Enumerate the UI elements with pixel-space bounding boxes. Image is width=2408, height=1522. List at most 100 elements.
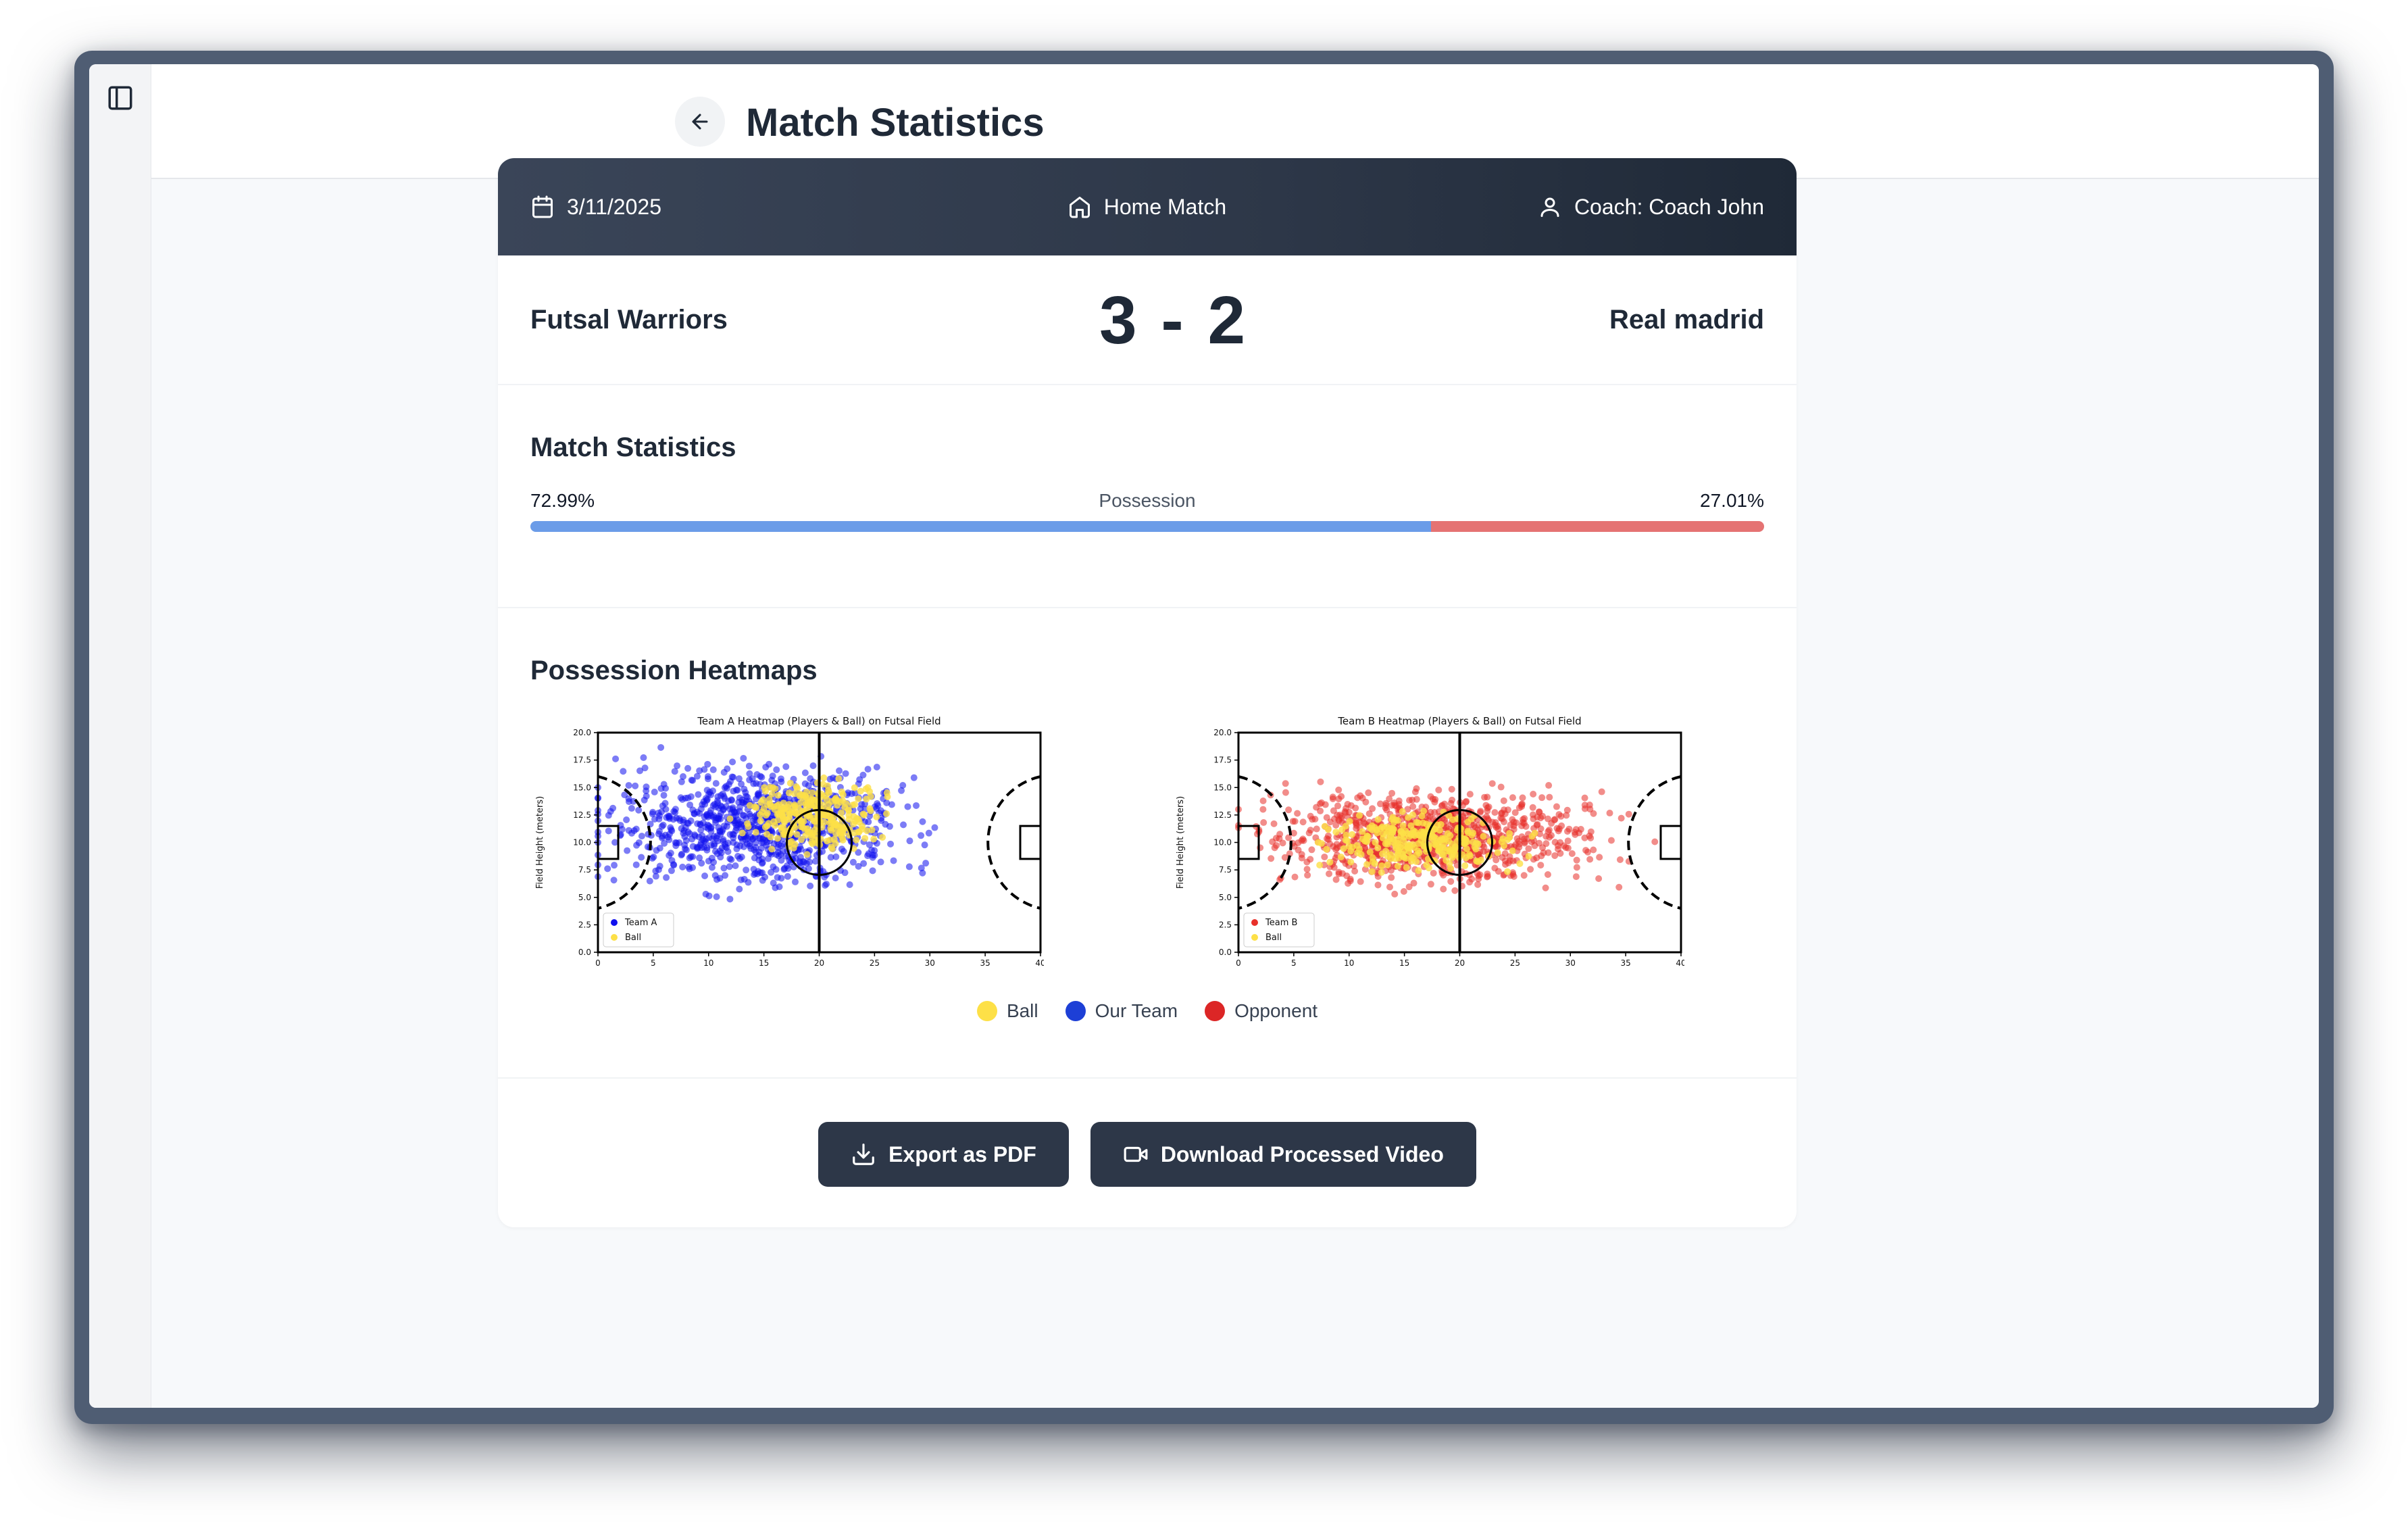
data-point xyxy=(1468,831,1476,839)
data-point xyxy=(1544,871,1551,879)
y-axis-label: Field Height (meters) xyxy=(535,796,545,889)
data-point xyxy=(764,855,772,862)
page-title: Match Statistics xyxy=(746,101,1045,145)
data-point xyxy=(1581,794,1588,802)
data-point xyxy=(605,812,612,819)
data-point xyxy=(827,814,834,821)
data-point xyxy=(1387,851,1395,858)
data-point xyxy=(635,806,643,814)
data-point xyxy=(1586,856,1594,863)
data-point xyxy=(1537,862,1545,869)
data-point xyxy=(1651,838,1659,845)
data-point xyxy=(742,789,749,796)
data-point xyxy=(1555,811,1563,818)
data-point xyxy=(657,785,665,792)
data-point xyxy=(651,788,658,795)
data-point xyxy=(1438,802,1445,810)
data-point xyxy=(851,784,858,791)
data-point xyxy=(1351,867,1359,875)
data-point xyxy=(1393,845,1400,852)
x-tick-label: 35 xyxy=(1620,958,1630,968)
statistics-title: Match Statistics xyxy=(530,433,736,462)
chart-legend-marker xyxy=(1251,934,1258,941)
download-video-button[interactable]: Download Processed Video xyxy=(1090,1122,1476,1187)
data-point xyxy=(782,763,790,770)
data-point xyxy=(1525,852,1532,860)
data-point xyxy=(1616,856,1624,863)
chart-legend-marker xyxy=(611,934,618,941)
y-tick-label: 17.5 xyxy=(1213,756,1232,765)
data-point xyxy=(846,881,853,889)
y-tick-label: 7.5 xyxy=(1219,865,1232,875)
data-point xyxy=(1617,814,1625,822)
data-point xyxy=(704,760,711,768)
data-point xyxy=(1545,782,1553,789)
data-point xyxy=(1545,815,1552,823)
data-point xyxy=(1374,816,1382,823)
data-point xyxy=(1420,819,1427,827)
data-point xyxy=(1491,864,1499,872)
data-point xyxy=(659,821,667,829)
data-point xyxy=(760,805,768,812)
sidebar-toggle-button[interactable] xyxy=(105,83,135,113)
data-point xyxy=(769,784,776,791)
data-point xyxy=(1405,814,1412,821)
data-point xyxy=(650,853,657,860)
data-point xyxy=(680,818,687,826)
y-axis-label: Field Height (meters) xyxy=(1176,796,1186,889)
calendar-icon xyxy=(532,195,553,218)
data-point xyxy=(1346,818,1353,825)
match-statistics-section: Match Statistics 72.99% Possession 27.01… xyxy=(498,385,1797,608)
legend-dot-opponent xyxy=(1205,1001,1226,1021)
data-point xyxy=(1598,788,1605,795)
data-point xyxy=(1491,809,1499,816)
data-point xyxy=(1400,887,1407,895)
data-point xyxy=(757,817,764,825)
data-point xyxy=(794,785,801,792)
data-point xyxy=(732,862,739,870)
y-tick-label: 0.0 xyxy=(1219,948,1232,957)
data-point xyxy=(1402,854,1409,862)
data-point xyxy=(1378,850,1386,858)
data-point xyxy=(657,743,665,751)
data-point xyxy=(720,823,728,830)
data-point xyxy=(670,862,678,869)
data-point xyxy=(759,877,766,884)
data-point xyxy=(1383,823,1390,831)
data-point xyxy=(798,836,805,843)
x-tick-label: 10 xyxy=(1344,958,1354,968)
data-point xyxy=(913,802,920,809)
back-button[interactable] xyxy=(675,97,725,147)
data-point xyxy=(1379,831,1386,838)
data-point xyxy=(807,775,814,783)
y-tick-label: 20.0 xyxy=(573,728,591,737)
data-point xyxy=(882,820,889,828)
data-point xyxy=(1299,818,1307,826)
data-point xyxy=(1516,860,1524,867)
data-point xyxy=(1388,874,1395,881)
y-tick-label: 12.5 xyxy=(1213,810,1232,820)
data-point xyxy=(1573,856,1580,864)
data-point xyxy=(612,755,620,762)
data-point xyxy=(740,754,747,762)
data-point xyxy=(1374,829,1381,837)
data-point xyxy=(745,762,753,770)
data-point xyxy=(921,841,928,849)
right-goal-box xyxy=(1019,825,1042,860)
data-point xyxy=(1321,823,1328,830)
data-point xyxy=(1311,815,1319,823)
data-point xyxy=(686,865,693,873)
data-point xyxy=(836,767,843,775)
data-point xyxy=(659,833,666,840)
data-point xyxy=(638,854,645,861)
export-pdf-button[interactable]: Export as PDF xyxy=(818,1122,1069,1187)
data-point xyxy=(1382,804,1389,812)
data-point xyxy=(1568,850,1576,858)
data-point xyxy=(1432,795,1439,803)
data-point xyxy=(887,840,895,848)
left-goal-box xyxy=(1237,825,1260,860)
data-point xyxy=(873,813,880,820)
data-point xyxy=(845,816,853,823)
y-tick-label: 2.5 xyxy=(578,920,591,929)
data-point xyxy=(678,852,685,859)
